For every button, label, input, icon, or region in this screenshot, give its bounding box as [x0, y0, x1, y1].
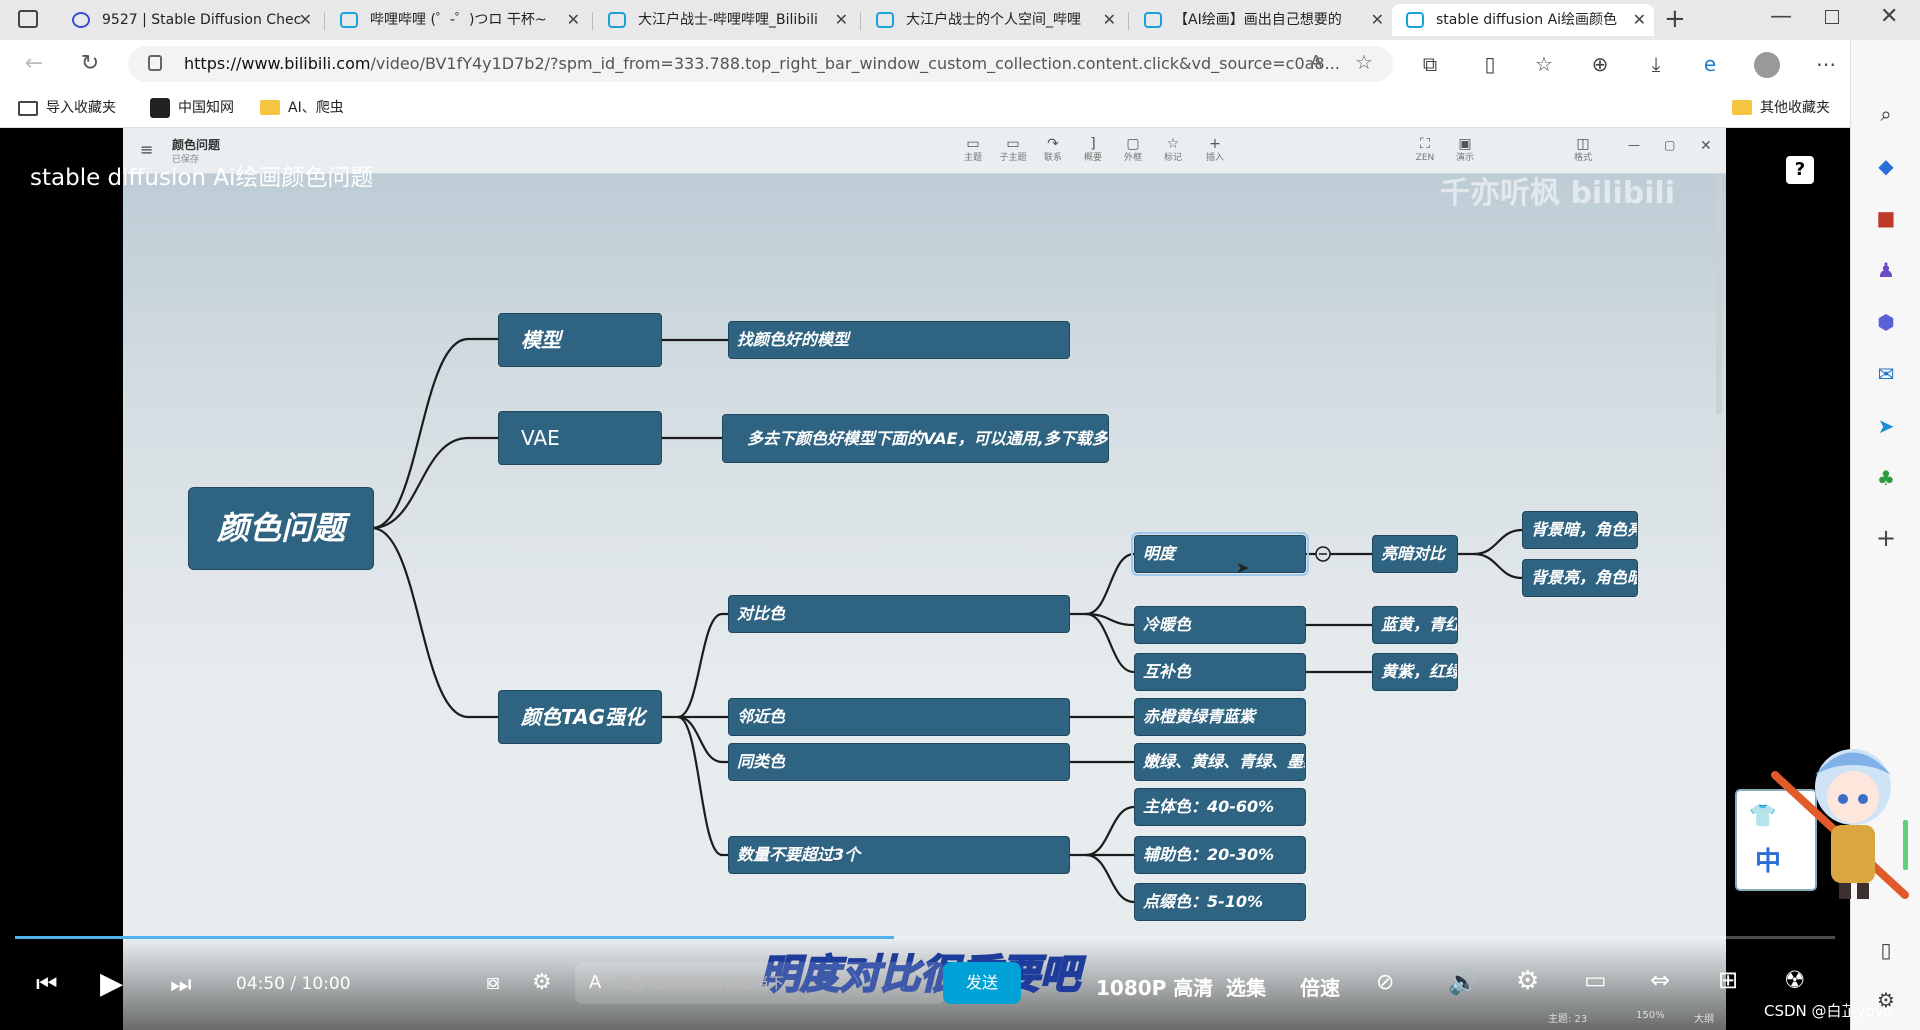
mindmap-root-node: 颜色问题: [188, 487, 374, 570]
node-model: 模型: [498, 313, 662, 367]
node-complement: 互补色: [1134, 653, 1306, 691]
svg-text:👕: 👕: [1749, 804, 1776, 829]
csdn-credit: CSDN @白芷yoyo: [1764, 1002, 1893, 1020]
node-main-color: 主体色：40-60%: [1134, 788, 1306, 826]
node-warm-cold-child: 蓝黄，青红: [1372, 606, 1458, 644]
mascot-widget: 👕 中: [1735, 749, 1909, 899]
node-model-child: 找颜色好的模型: [728, 321, 1070, 359]
volume-icon[interactable]: 🔊: [1448, 968, 1478, 996]
episodes-button[interactable]: 选集: [1226, 972, 1266, 1001]
mindmap-topic-count: 主题: 23: [1548, 1014, 1588, 1025]
node-brightness: 明度: [1131, 532, 1309, 576]
node-warm-cold: 冷暖色: [1134, 606, 1306, 644]
node-similar-child: 嫩绿、黄绿、青绿、墨绿: [1134, 743, 1306, 781]
video-progress-fill: [15, 936, 895, 939]
settings-icon[interactable]: ⚙: [1516, 966, 1539, 996]
node-similar: 同类色: [728, 743, 1070, 781]
time-separator: /: [290, 974, 297, 994]
danmu-settings-icon[interactable]: ⚙: [532, 970, 552, 995]
node-complement-child: 黄紫，红绿: [1372, 653, 1458, 691]
danmu-style-icon: A: [589, 972, 602, 993]
current-time: 04:50: [236, 974, 285, 994]
node-bg-light: 背景亮，角色暗: [1522, 559, 1638, 597]
mindmap-outline-label: 大纲: [1694, 1014, 1714, 1025]
mouse-cursor-icon: ➤: [1236, 558, 1250, 577]
next-button[interactable]: ⏭: [170, 970, 192, 998]
node-vae-child: 多去下颜色好模型下面的VAE，可以通用,多下载多试: [722, 414, 1109, 463]
node-light-dark: 亮暗对比: [1372, 535, 1458, 573]
svg-text:中: 中: [1755, 847, 1781, 877]
previous-button[interactable]: ⏮: [36, 970, 58, 998]
duration: 10:00: [301, 974, 351, 994]
mindmap-zoom-level: 150%: [1636, 1010, 1665, 1021]
node-adjacent-child: 赤橙黄绿青蓝紫: [1134, 698, 1306, 736]
node-color-tag: 颜色TAG强化: [498, 690, 662, 744]
fullscreen-icon[interactable]: ☢: [1784, 966, 1806, 994]
node-aux-color: 辅助色：20-30%: [1134, 836, 1306, 874]
time-display: 04:50 / 10:00: [236, 974, 351, 994]
node-vae: VAE: [498, 411, 662, 465]
node-contrast: 对比色: [728, 595, 1070, 633]
node-accent-color: 点缀色：5-10%: [1134, 883, 1306, 921]
widescreen-icon[interactable]: ⇔: [1650, 966, 1670, 994]
quality-selector[interactable]: 1080P 高清: [1096, 972, 1213, 1001]
send-danmu-button[interactable]: 发送: [943, 962, 1021, 1004]
danmu-input[interactable]: A 发个友善的弹幕见证当下: [575, 962, 945, 1004]
node-count: 数量不要超过3个: [728, 836, 1070, 874]
danmu-toggle-icon[interactable]: ⧇: [486, 970, 500, 995]
play-button[interactable]: ▶: [100, 966, 123, 1001]
speed-button[interactable]: 倍速: [1300, 972, 1340, 1001]
node-bg-dark: 背景暗，角色亮: [1522, 511, 1638, 549]
video-progress-bar[interactable]: [15, 936, 1835, 939]
node-adjacent: 邻近色: [728, 698, 1070, 736]
web-fullscreen-icon[interactable]: ⊞: [1718, 966, 1738, 994]
subtitle-off-icon[interactable]: ⊘: [1376, 970, 1394, 995]
picture-in-picture-icon[interactable]: ▭: [1584, 966, 1607, 994]
